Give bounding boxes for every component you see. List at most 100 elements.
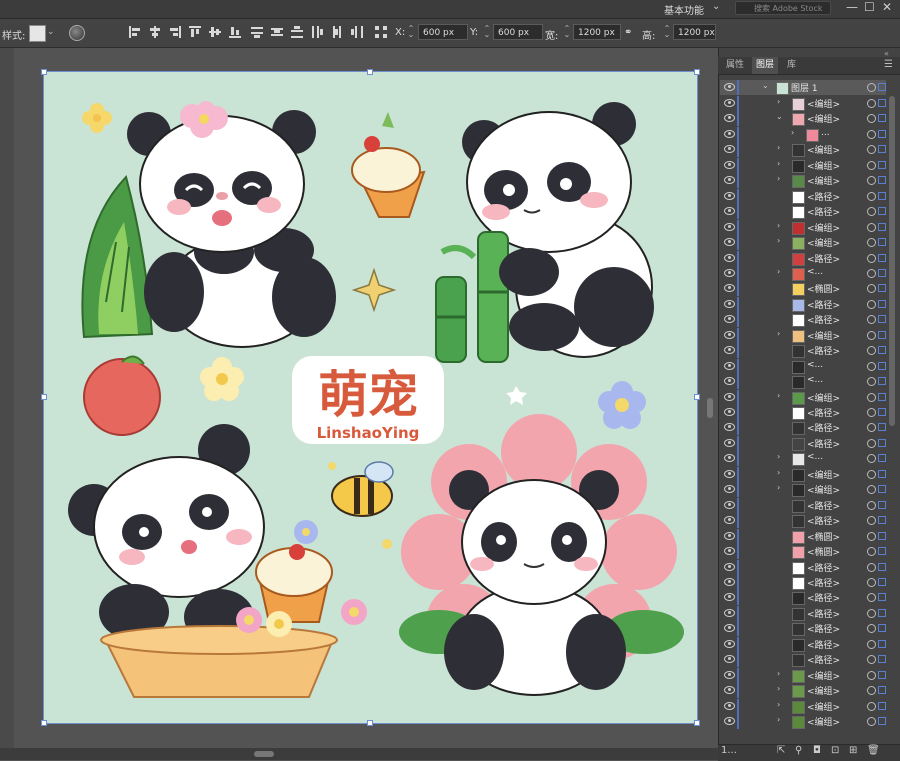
target-circle-icon[interactable] bbox=[867, 531, 876, 541]
chevron-right-icon[interactable]: › bbox=[777, 715, 780, 724]
layer-name[interactable]: <编组> bbox=[807, 112, 840, 125]
layer-row[interactable]: <椭圆> bbox=[720, 544, 886, 560]
layer-name[interactable]: 图层 1 bbox=[791, 81, 818, 94]
layer-name[interactable]: <路径> bbox=[807, 252, 840, 265]
horizontal-scroll-thumb[interactable] bbox=[254, 751, 274, 757]
selection-square-icon[interactable] bbox=[878, 624, 886, 633]
layer-row[interactable]: <路径> bbox=[720, 652, 886, 668]
layer-name[interactable]: <编组> bbox=[807, 391, 840, 404]
target-circle-icon[interactable] bbox=[867, 129, 876, 139]
selection-square-icon[interactable] bbox=[878, 330, 886, 339]
selection-square-icon[interactable] bbox=[878, 253, 886, 262]
horizontal-scrollbar[interactable] bbox=[0, 748, 718, 760]
visibility-eye-icon[interactable] bbox=[724, 176, 735, 185]
selection-square-icon[interactable] bbox=[878, 114, 886, 123]
layer-row[interactable]: <路径> bbox=[720, 497, 886, 513]
selection-square-icon[interactable] bbox=[878, 639, 886, 648]
layer-row[interactable]: <椭圆> bbox=[720, 281, 886, 297]
visibility-eye-icon[interactable] bbox=[724, 655, 735, 664]
visibility-eye-icon[interactable] bbox=[724, 639, 735, 648]
layer-name[interactable]: <路径> bbox=[807, 514, 840, 527]
x-stepper-icon[interactable]: ⌃ ⌄ bbox=[407, 25, 415, 39]
visibility-eye-icon[interactable] bbox=[724, 284, 735, 293]
target-circle-icon[interactable] bbox=[867, 222, 876, 232]
delete-layer-icon[interactable]: 🗑 bbox=[867, 745, 880, 756]
distribute-hcenter-icon[interactable] bbox=[330, 25, 344, 39]
selection-square-icon[interactable] bbox=[878, 438, 886, 447]
chevron-right-icon[interactable]: › bbox=[777, 236, 780, 245]
target-circle-icon[interactable] bbox=[867, 377, 876, 387]
layer-name[interactable]: <椭圆> bbox=[807, 282, 840, 295]
align-hcenter-icon[interactable] bbox=[148, 25, 162, 39]
width-stepper-icon[interactable]: ⌃ ⌄ bbox=[563, 25, 571, 39]
selection-square-icon[interactable] bbox=[878, 670, 886, 679]
layer-name[interactable]: <路径> bbox=[807, 576, 840, 589]
chevron-right-icon[interactable]: › bbox=[777, 329, 780, 338]
visibility-eye-icon[interactable] bbox=[724, 562, 735, 571]
visibility-eye-icon[interactable] bbox=[724, 577, 735, 586]
layer-row[interactable]: <路径> bbox=[720, 250, 886, 266]
visibility-eye-icon[interactable] bbox=[724, 207, 735, 216]
target-circle-icon[interactable] bbox=[867, 207, 876, 217]
chevron-down-icon[interactable]: ⌄ bbox=[47, 27, 55, 37]
target-circle-icon[interactable] bbox=[867, 145, 876, 155]
tab-layers[interactable]: 图层 bbox=[752, 57, 779, 74]
layer-name[interactable]: ... bbox=[821, 128, 830, 138]
visibility-eye-icon[interactable] bbox=[724, 253, 735, 262]
layer-name[interactable]: <路径> bbox=[807, 344, 840, 357]
layer-name[interactable]: <... bbox=[807, 267, 823, 277]
layer-row[interactable]: <路径> bbox=[720, 605, 886, 621]
layer-name[interactable]: <编组> bbox=[807, 669, 840, 682]
layer-name[interactable]: <... bbox=[807, 452, 823, 462]
new-sublayer-icon[interactable]: ⊡ bbox=[831, 745, 839, 756]
selection-square-icon[interactable] bbox=[878, 577, 886, 586]
align-to-icon[interactable] bbox=[374, 25, 388, 39]
target-circle-icon[interactable] bbox=[867, 655, 876, 665]
layer-name[interactable]: <路径> bbox=[807, 406, 840, 419]
selection-square-icon[interactable] bbox=[878, 377, 886, 386]
layer-name[interactable]: <编组> bbox=[807, 700, 840, 713]
layer-row[interactable]: <路径> bbox=[720, 188, 886, 204]
target-circle-icon[interactable] bbox=[867, 608, 876, 618]
selection-square-icon[interactable] bbox=[878, 485, 886, 494]
layer-row[interactable]: <路径> bbox=[720, 636, 886, 652]
target-circle-icon[interactable] bbox=[867, 176, 876, 186]
y-stepper-icon[interactable]: ⌃ ⌄ bbox=[483, 25, 491, 39]
layer-row[interactable]: › <编组> bbox=[720, 96, 886, 111]
width-field[interactable]: 1200 px bbox=[573, 24, 621, 40]
visibility-eye-icon[interactable] bbox=[724, 346, 735, 355]
layer-name[interactable]: <编组> bbox=[807, 221, 840, 234]
target-circle-icon[interactable] bbox=[867, 423, 876, 433]
layer-name[interactable]: <... bbox=[807, 375, 823, 385]
layer-row-top-content[interactable]: ⌄ 图层 1 bbox=[720, 80, 886, 95]
target-circle-icon[interactable] bbox=[867, 330, 876, 340]
visibility-eye-icon[interactable] bbox=[724, 423, 735, 432]
layer-row[interactable]: <路径> bbox=[720, 559, 886, 575]
selection-square-icon[interactable] bbox=[878, 469, 886, 478]
visibility-eye-icon[interactable] bbox=[724, 500, 735, 509]
layer-row[interactable]: <... bbox=[720, 358, 886, 374]
selection-handle[interactable] bbox=[694, 720, 700, 726]
chevron-right-icon[interactable]: › bbox=[777, 468, 780, 477]
visibility-eye-icon[interactable] bbox=[724, 238, 735, 247]
new-layer-icon[interactable]: ⊞ bbox=[849, 745, 857, 756]
layer-row[interactable]: › <编组> bbox=[720, 173, 886, 189]
layer-row[interactable]: › <编组> bbox=[720, 157, 886, 173]
layer-row[interactable]: › <... bbox=[720, 265, 886, 281]
visibility-eye-icon[interactable] bbox=[724, 377, 735, 386]
layer-row[interactable]: ›... bbox=[720, 126, 886, 142]
chevron-right-icon[interactable]: › bbox=[777, 267, 780, 276]
chevron-right-icon[interactable]: › bbox=[791, 128, 794, 137]
visibility-eye-icon[interactable] bbox=[724, 191, 735, 200]
layer-row[interactable]: <路径> bbox=[720, 513, 886, 529]
distribute-top-icon[interactable] bbox=[250, 25, 264, 39]
chevron-down-icon[interactable]: ⌄ bbox=[762, 81, 769, 90]
selection-square-icon[interactable] bbox=[878, 99, 886, 107]
selection-square-icon[interactable] bbox=[878, 593, 886, 602]
layer-row[interactable]: › <编组> bbox=[720, 466, 886, 482]
target-circle-icon[interactable] bbox=[867, 639, 876, 649]
distribute-bottom-icon[interactable] bbox=[290, 25, 304, 39]
visibility-eye-icon[interactable] bbox=[724, 516, 735, 525]
distribute-left-icon[interactable] bbox=[310, 25, 324, 39]
selection-square-icon[interactable] bbox=[878, 608, 886, 617]
